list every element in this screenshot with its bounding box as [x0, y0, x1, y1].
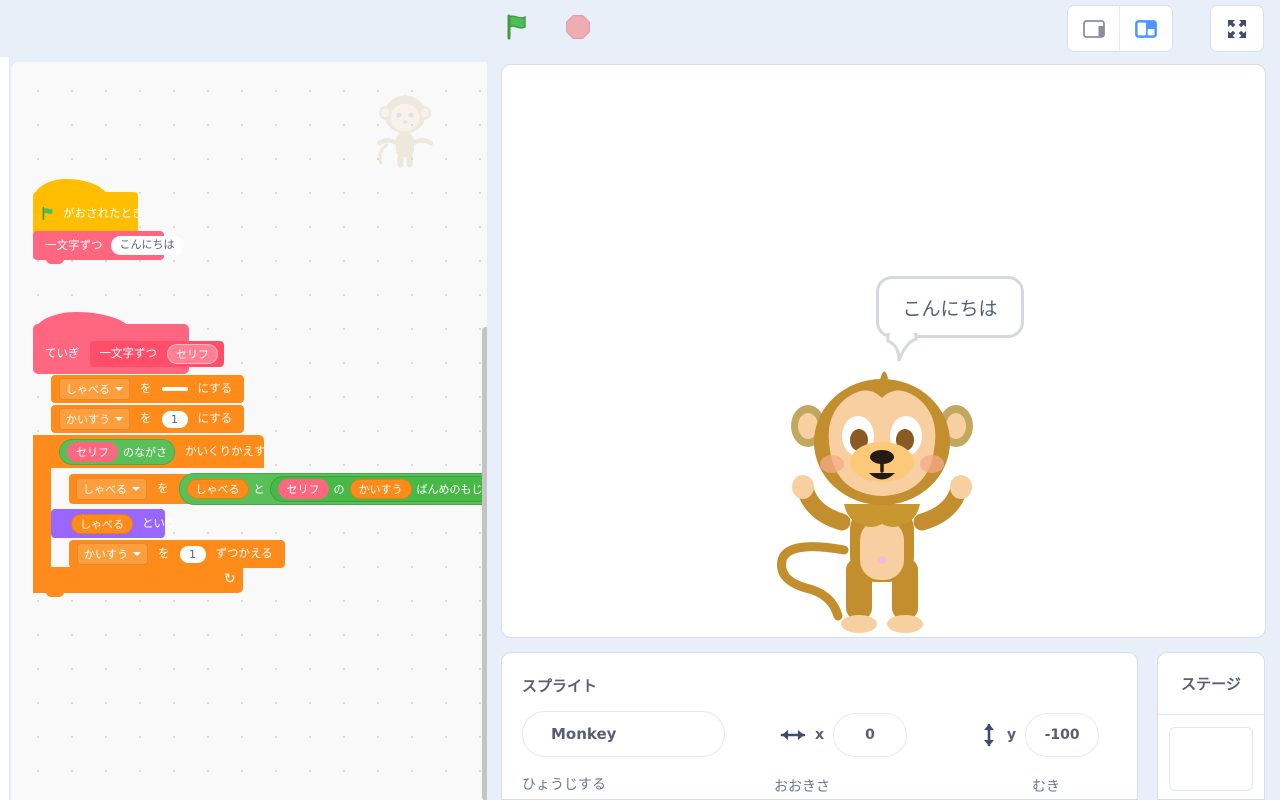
block-when-flag-clicked[interactable]: がおされたとき: [33, 179, 144, 240]
show-label: ひょうじする: [522, 777, 606, 793]
dropdown-label: かいすう: [84, 548, 128, 561]
block-call-custom-hitomojizutsu[interactable]: 一文字ずつ こんにちは: [33, 231, 184, 264]
sprite-info-panel: スプライト Monkey x 0 y -100 ひょうじする おおきさ むき: [501, 652, 1138, 800]
block-set-count-to-one[interactable]: かいすう を 1 にする: [51, 405, 245, 433]
sprite-y-group: y -100: [980, 713, 1100, 757]
fullscreen-button[interactable]: [1211, 6, 1263, 51]
green-flag-icon: [507, 14, 526, 40]
operator-label-no: の: [333, 483, 345, 496]
stage-selector-panel[interactable]: ステージ: [1157, 652, 1265, 800]
x-label: x: [815, 727, 825, 743]
value-input-empty[interactable]: [161, 387, 188, 391]
chevron-down-icon: [115, 417, 123, 421]
normal-stage-button[interactable]: [1120, 6, 1172, 51]
block-say[interactable]: しゃべる という: [51, 509, 177, 538]
monkey-sprite-watermark: [376, 94, 434, 168]
block-label-suffix: にする: [197, 411, 233, 426]
variable-speak[interactable]: しゃべる: [186, 479, 249, 499]
block-change-count-by-one[interactable]: かいすう を 1 ずつかえる: [69, 540, 285, 568]
chevron-down-icon: [115, 387, 123, 391]
speech-bubble-text: こんにちは: [902, 297, 998, 320]
custom-block-prototype[interactable]: 一文字ずつ セリフ: [89, 341, 224, 367]
normal-stage-layout-icon: [1135, 19, 1157, 38]
green-flag-button[interactable]: [495, 5, 539, 49]
operator-label: のながさ: [123, 445, 167, 459]
block-palette-strip[interactable]: [0, 57, 10, 800]
block-label-to: を: [158, 546, 170, 561]
stage-size-toggle-group: [1068, 6, 1172, 51]
variable-dropdown-count[interactable]: かいすう: [77, 543, 148, 565]
small-stage-button[interactable]: [1068, 6, 1120, 51]
block-notch: [46, 259, 64, 264]
hat-dome: [33, 312, 133, 336]
operator-length-of[interactable]: セリフ のながさ: [59, 438, 175, 465]
value-input-1[interactable]: 1: [179, 545, 206, 563]
variable-dropdown-speak[interactable]: しゃべる: [76, 478, 147, 500]
repeat-block-foot: [33, 567, 243, 597]
horizontal-arrows-icon: [780, 730, 806, 740]
blank-backdrop-thumbnail[interactable]: [1169, 727, 1253, 791]
loop-arrow-icon: ↻: [224, 571, 236, 587]
vertical-arrows-icon: [984, 723, 994, 747]
operator-label-letter: ばんめのもじ: [416, 483, 483, 496]
operator-letter-of[interactable]: セリフ の かいすう ばんめのもじ: [269, 476, 487, 502]
block-define-hitomojizutsu[interactable]: ていぎ 一文字ずつ セリフ: [33, 312, 224, 374]
custom-block-argument-input[interactable]: こんにちは: [110, 236, 184, 255]
chevron-down-icon: [132, 487, 140, 491]
prototype-name: 一文字ずつ: [99, 346, 158, 361]
sprite-panel-title: スプライト: [522, 677, 598, 695]
block-label-suffix: かいくりかえす: [185, 443, 266, 458]
sprite-x-input[interactable]: 0: [833, 713, 908, 757]
prototype-argument-serifu[interactable]: セリフ: [167, 344, 218, 364]
size-label: おおきさ: [774, 779, 830, 795]
fullscreen-icon: [1228, 19, 1246, 38]
stage-panel-title: ステージ: [1158, 653, 1264, 715]
workspace-scrollbar[interactable]: [482, 327, 487, 800]
small-stage-layout-icon: [1082, 19, 1105, 38]
operator-join[interactable]: しゃべる と セリフ の かいすう ばんめのもじ: [178, 473, 487, 505]
variable-speak[interactable]: しゃべる: [71, 513, 133, 534]
y-label: y: [1007, 727, 1017, 743]
block-set-speak-to-join[interactable]: しゃべる を しゃべる と セリフ の かいすう ばんめのもじ にする: [69, 473, 487, 505]
value-input-1[interactable]: 1: [161, 410, 188, 428]
monkey-sprite[interactable]: [770, 354, 994, 638]
variable-dropdown-count[interactable]: かいすう: [59, 408, 130, 430]
chevron-down-icon: [133, 552, 141, 556]
block-label-suffix: にする: [197, 381, 233, 396]
direction-label: むき: [1032, 779, 1060, 795]
sprite-y-input[interactable]: -100: [1025, 713, 1100, 757]
variable-serifu[interactable]: セリフ: [67, 441, 118, 462]
block-label: がおされたとき: [63, 205, 144, 220]
stop-button[interactable]: [556, 5, 600, 49]
variable-dropdown-speak[interactable]: しゃべる: [59, 378, 130, 400]
block-label-to: を: [140, 381, 152, 396]
green-flag-icon: [42, 207, 53, 220]
block-label-suffix: ずつかえる: [215, 546, 273, 561]
stage-canvas[interactable]: こんにちは: [501, 64, 1266, 638]
block-label: 一文字ずつ: [45, 237, 103, 252]
top-toolbar: [0, 0, 1280, 57]
block-notch: [46, 592, 64, 597]
variable-serifu[interactable]: セリフ: [277, 479, 329, 499]
block-repeat-length-of-serifu[interactable]: セリフ のながさ かいくりかえす: [33, 435, 266, 468]
run-controls: [495, 5, 600, 49]
sprite-name-input[interactable]: Monkey: [522, 711, 725, 757]
operator-label-and: と: [253, 483, 265, 496]
dropdown-label: しゃべる: [66, 383, 110, 396]
speech-bubble: こんにちは: [876, 276, 1024, 338]
stop-sign-icon: [566, 15, 590, 39]
variable-count[interactable]: かいすう: [349, 479, 412, 499]
dropdown-label: しゃべる: [83, 483, 127, 496]
code-workspace[interactable]: がおされたとき 一文字ずつ こんにちは ていぎ 一文字ずつ セリフ しゃべる を…: [11, 62, 487, 800]
dropdown-label: かいすう: [66, 413, 110, 426]
block-label-to: を: [157, 481, 169, 496]
block-set-speak-to-empty[interactable]: しゃべる を にする: [51, 375, 245, 403]
hat-dome: [33, 179, 109, 205]
define-label: ていぎ: [45, 346, 80, 361]
block-label: という: [142, 515, 177, 530]
block-label-to: を: [140, 411, 152, 426]
sprite-x-group: x 0: [780, 713, 908, 757]
